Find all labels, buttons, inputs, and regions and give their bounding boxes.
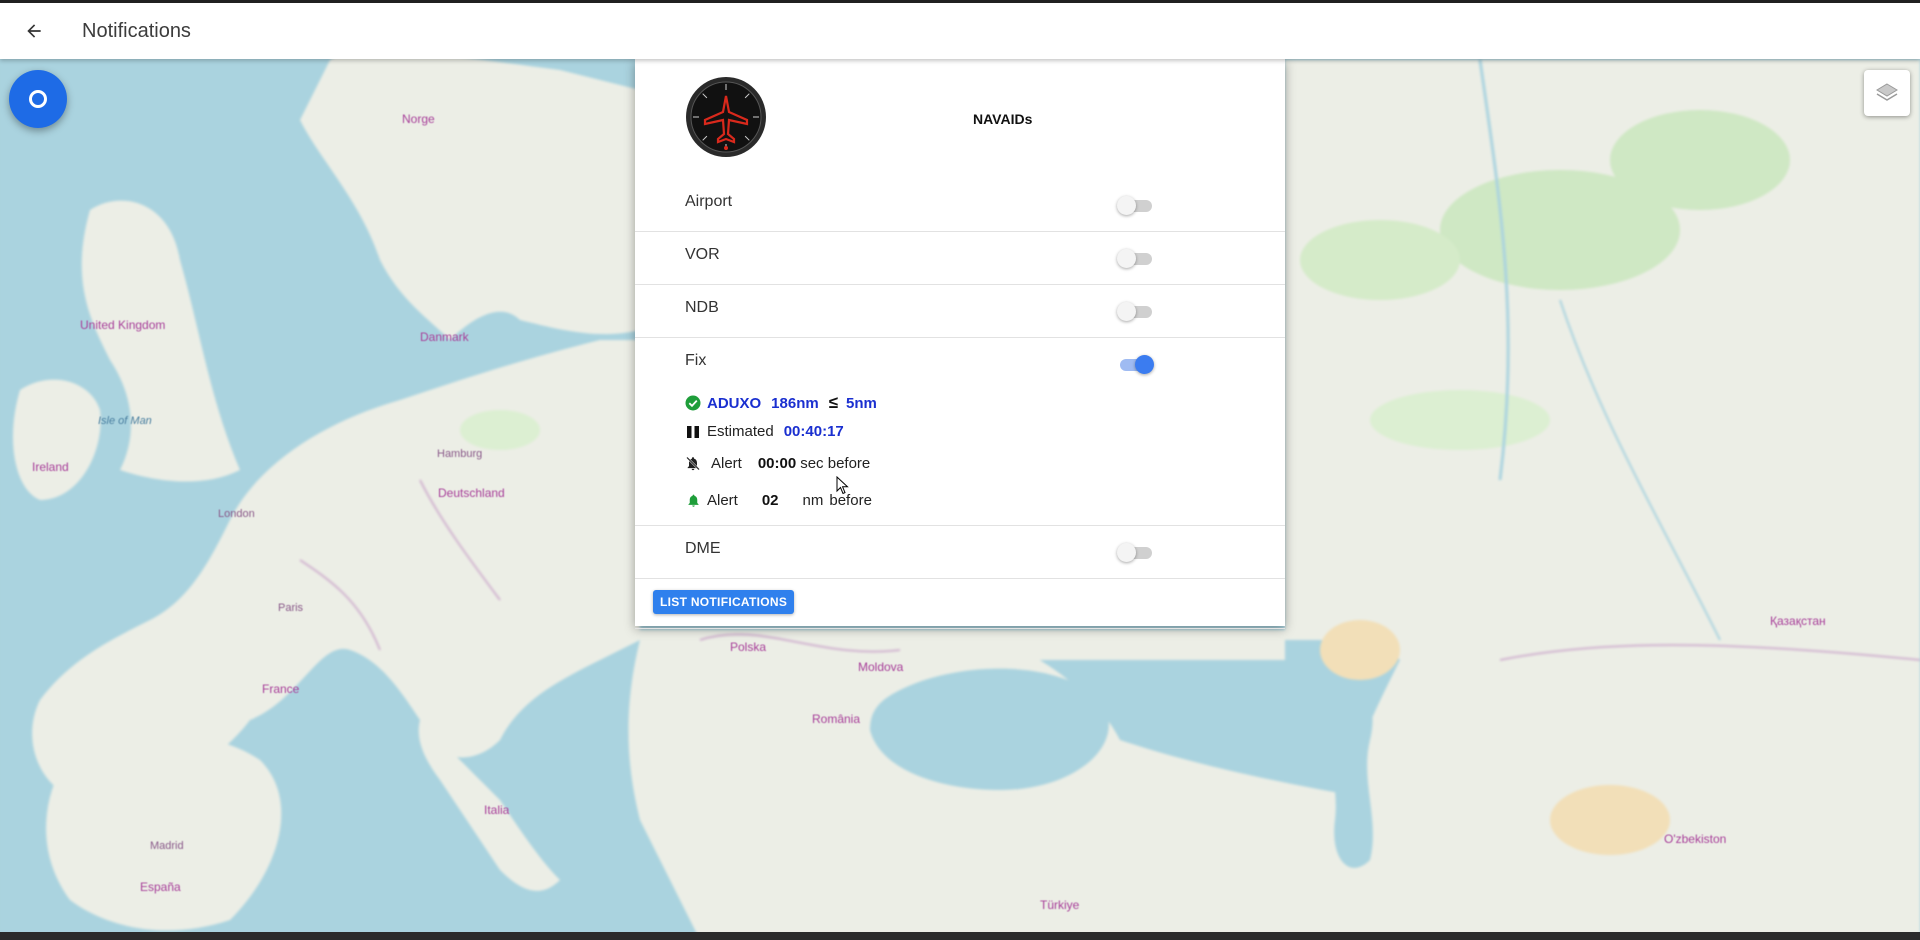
alert-time-value[interactable]: 00:00 xyxy=(758,455,796,472)
locate-button[interactable] xyxy=(9,70,67,128)
navaid-row-vor: VOR xyxy=(635,232,1285,285)
compass-airplane-icon xyxy=(686,77,766,157)
panel-actions: LIST NOTIFICATIONS xyxy=(635,579,1285,629)
map-label-moldova: Moldova xyxy=(858,660,904,674)
dme-toggle[interactable] xyxy=(1117,542,1153,562)
map-label-espana: España xyxy=(140,880,181,894)
bell-off-icon xyxy=(685,456,701,472)
map-label-hamburg: Hamburg xyxy=(437,448,483,460)
navaid-label: Fix xyxy=(685,352,707,369)
map-label-deutschland: Deutschland xyxy=(438,486,505,500)
map-label-romania: România xyxy=(812,712,861,726)
vor-toggle[interactable] xyxy=(1117,248,1153,268)
map-label-ireland: Ireland xyxy=(32,460,69,474)
estimated-label: Estimated xyxy=(707,423,774,440)
navaid-row-dme: DME xyxy=(635,526,1285,579)
estimated-time: 00:40:17 xyxy=(783,423,844,440)
page-title: Notifications xyxy=(82,19,191,42)
alert-label: Alert xyxy=(707,492,738,509)
fix-alert-time-line: Alert 00:00 sec before xyxy=(685,455,870,472)
arrow-left-icon xyxy=(27,24,41,38)
navaid-label: NDB xyxy=(685,299,719,316)
navaid-row-airport: Airport xyxy=(635,179,1285,232)
map-label-paris: Paris xyxy=(278,602,304,614)
map-label-turkiye: Türkiye xyxy=(1040,898,1080,912)
panel-header: NAVAIDs xyxy=(635,59,1285,179)
map-label-polska: Polska xyxy=(730,640,767,654)
layers-button[interactable] xyxy=(1864,70,1910,116)
navaid-row-fix: Fix ADUXO 186nm ≤ 5nm Estimated 00:40:17… xyxy=(635,338,1285,526)
layers-icon xyxy=(1876,83,1898,101)
map-label-uzbekistan: O'zbekiston xyxy=(1664,832,1727,846)
os-taskbar xyxy=(0,932,1920,940)
back-button[interactable] xyxy=(14,11,54,51)
fix-distance: 186nm xyxy=(771,394,819,412)
alert-distance-value[interactable]: 02 xyxy=(762,492,779,509)
navaid-label: VOR xyxy=(685,246,720,263)
airport-toggle[interactable] xyxy=(1117,195,1153,215)
navaid-label: DME xyxy=(685,540,721,557)
bell-icon xyxy=(685,493,701,509)
map-label-isle-of-man: Isle of Man xyxy=(98,415,152,427)
alert-distance-unit: nm xyxy=(802,492,824,509)
alert-time-suffix: sec before xyxy=(800,455,871,472)
fix-estimated-line: Estimated 00:40:17 xyxy=(685,423,844,440)
fix-threshold: 5nm xyxy=(846,394,877,412)
alert-label: Alert xyxy=(711,455,742,472)
check-circle-icon xyxy=(685,395,701,411)
mouse-cursor-icon xyxy=(836,476,849,495)
map-label-madrid: Madrid xyxy=(150,840,184,852)
fix-operator: ≤ xyxy=(828,393,839,412)
map-label-kazakhstan: Қазақстан xyxy=(1770,614,1826,628)
map-label-london: London xyxy=(218,508,255,520)
list-notifications-button[interactable]: LIST NOTIFICATIONS xyxy=(653,590,795,614)
ndb-toggle[interactable] xyxy=(1117,301,1153,321)
map-label-uk: United Kingdom xyxy=(80,318,166,332)
location-ring-icon xyxy=(29,90,47,108)
pause-icon xyxy=(685,424,701,440)
app-bar: Notifications xyxy=(0,0,1920,59)
navaid-label: Airport xyxy=(685,193,733,210)
panel-title: NAVAIDs xyxy=(973,111,1033,127)
navaids-panel: NAVAIDs Airport VOR NDB Fix ADUXO 186nm … xyxy=(635,59,1285,629)
fix-name: ADUXO xyxy=(707,394,762,412)
map-label-france: France xyxy=(262,682,300,696)
map-label-danmark: Danmark xyxy=(420,330,469,344)
fix-status-line: ADUXO 186nm ≤ 5nm xyxy=(685,393,877,413)
map-label-italia: Italia xyxy=(484,803,510,817)
navaid-row-ndb: NDB xyxy=(635,285,1285,338)
map-label-norge: Norge xyxy=(402,112,435,126)
fix-toggle[interactable] xyxy=(1117,354,1154,374)
